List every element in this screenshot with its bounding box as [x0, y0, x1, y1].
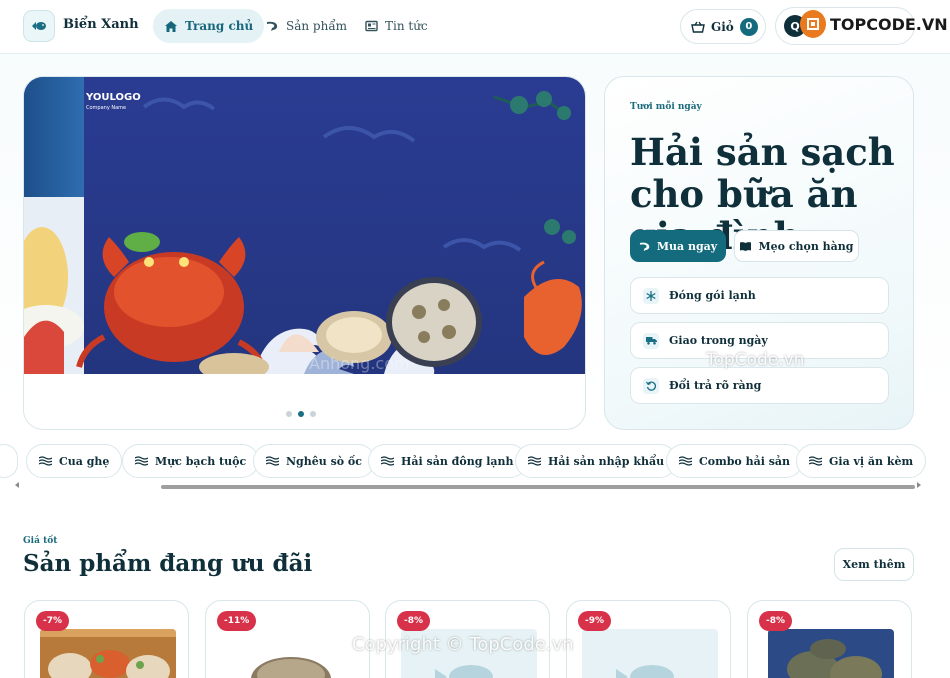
- slider-dot[interactable]: [310, 411, 316, 417]
- slider-dot-active[interactable]: [298, 411, 304, 417]
- discount-badge: -11%: [217, 611, 257, 631]
- feature-same-day: Giao trong ngày: [630, 322, 889, 359]
- waves-icon: [528, 456, 541, 466]
- product-image-seafood-platter: [40, 629, 176, 678]
- waves-icon: [381, 456, 394, 466]
- snowflake-icon: [643, 287, 659, 304]
- scroll-left-arrow-icon[interactable]: [15, 482, 19, 488]
- nav-products[interactable]: Sản phẩm: [255, 9, 358, 43]
- product-card[interactable]: -7%: [24, 600, 189, 678]
- cart-count-badge: 0: [739, 17, 758, 36]
- tips-label: Mẹo chọn hàng: [758, 239, 854, 253]
- product-image-crabs: [768, 629, 894, 678]
- see-more-button[interactable]: Xem thêm: [834, 548, 914, 581]
- nav-home-label: Trang chủ: [185, 19, 254, 33]
- waves-icon: [39, 456, 52, 466]
- category-chip[interactable]: Cua ghẹ: [26, 444, 123, 478]
- truck-icon: [643, 332, 659, 349]
- hero-banner-image[interactable]: YOULOGO Company Name Anhong.com: [24, 77, 586, 374]
- nav-news-label: Tin tức: [385, 19, 428, 33]
- hero-slider: YOULOGO Company Name Anhong.com: [23, 76, 586, 430]
- discount-badge: -8%: [759, 611, 793, 631]
- feature-cold-packing: Đóng gói lạnh: [630, 277, 889, 314]
- scroll-right-arrow-icon[interactable]: [917, 482, 921, 488]
- home-icon: [165, 20, 177, 32]
- discount-badge: -7%: [36, 611, 70, 631]
- hero-promo-card: Tươi mỗi ngày Hải sản sạch cho bữa ăn gi…: [604, 76, 914, 430]
- waves-icon: [266, 456, 279, 466]
- category-chip[interactable]: Hải sản nhập khẩu: [515, 444, 678, 478]
- shrimp-icon: [267, 21, 278, 31]
- product-image-oyster: [226, 629, 352, 678]
- top-header: Biển Xanh Trang chủ Sản phẩm Tin tức Giỏ…: [0, 0, 950, 54]
- discount-badge: -8%: [397, 611, 431, 631]
- category-chip[interactable]: Gia vị ăn kèm: [796, 444, 927, 478]
- category-chip[interactable]: Mực bạch tuộc: [122, 444, 260, 478]
- feature-label: Giao trong ngày: [669, 334, 768, 347]
- horizontal-scrollbar[interactable]: [161, 485, 915, 489]
- brand-name[interactable]: Biển Xanh: [63, 17, 139, 32]
- nav-home[interactable]: Trang chủ: [153, 9, 265, 43]
- discount-badge: -9%: [578, 611, 612, 631]
- deals-title: Sản phẩm đang ưu đãi: [23, 550, 313, 577]
- waves-icon: [135, 456, 148, 466]
- cart-button[interactable]: Giỏ 0: [680, 9, 766, 44]
- category-chip-row: Cua ghẹ Mực bạch tuộc Nghêu sò ốc Hải sả…: [0, 444, 950, 480]
- banner-watermark: Anhong.com: [309, 354, 410, 373]
- topcode-watermark-text: TOPCODE.VN: [830, 14, 948, 34]
- news-icon: [365, 20, 378, 32]
- tips-button[interactable]: Mẹo chọn hàng: [734, 230, 859, 262]
- category-label: Hải sản đông lạnh: [401, 454, 514, 468]
- shrimp-icon: [639, 242, 650, 251]
- topcode-watermark-logo: TOPCODE.VN: [800, 10, 948, 38]
- category-label: Gia vị ăn kèm: [829, 454, 914, 468]
- deals-eyebrow: Giá tốt: [23, 536, 58, 546]
- category-label: Hải sản nhập khẩu: [548, 454, 665, 468]
- feature-label: Đổi trả rõ ràng: [669, 379, 762, 392]
- category-label: Cua ghẹ: [59, 454, 110, 468]
- buy-now-button[interactable]: Mua ngay: [630, 230, 726, 262]
- waves-icon: [809, 456, 822, 466]
- banner-company-text: Company Name: [86, 105, 126, 111]
- return-icon: [643, 377, 659, 394]
- product-card[interactable]: -9%: [566, 600, 731, 678]
- category-chip[interactable]: Combo hải sản: [666, 444, 804, 478]
- buy-now-label: Mua ngay: [656, 239, 718, 253]
- hero-eyebrow: Tươi mỗi ngày: [630, 102, 702, 112]
- book-icon: [740, 241, 752, 251]
- slider-dot[interactable]: [286, 411, 292, 417]
- cart-label: Giỏ: [711, 19, 734, 34]
- category-label: Combo hải sản: [699, 454, 791, 468]
- basket-icon: [691, 21, 705, 33]
- feature-returns: Đổi trả rõ ràng: [630, 367, 889, 404]
- waves-icon: [679, 456, 692, 466]
- product-image-placeholder: [401, 629, 537, 678]
- category-chip[interactable]: Hải sản đông lạnh: [368, 444, 527, 478]
- category-label: Mực bạch tuộc: [155, 454, 247, 468]
- topcode-mark-icon: [800, 10, 826, 38]
- nav-news[interactable]: Tin tức: [354, 9, 439, 43]
- banner-logo-text: YOULOGO: [85, 92, 141, 103]
- product-card[interactable]: -11%: [205, 600, 370, 678]
- category-label: Nghêu sò ốc: [286, 454, 362, 468]
- slider-dots: [286, 411, 316, 417]
- product-card[interactable]: -8%: [747, 600, 912, 678]
- product-card[interactable]: -8%: [385, 600, 550, 678]
- category-chip[interactable]: Nghêu sò ốc: [253, 444, 375, 478]
- nav-products-label: Sản phẩm: [286, 19, 348, 33]
- feature-label: Đóng gói lạnh: [669, 289, 756, 302]
- category-chip-partial[interactable]: [0, 444, 18, 478]
- product-image-placeholder: [582, 629, 718, 678]
- brand-logo[interactable]: [23, 10, 55, 42]
- fish-logo-icon: [32, 22, 46, 30]
